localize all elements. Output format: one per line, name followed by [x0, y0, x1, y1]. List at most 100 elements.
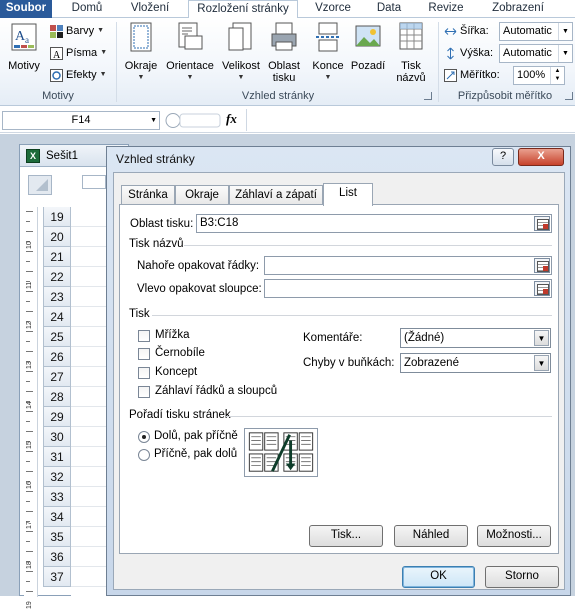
tab-view[interactable]: Zobrazení [482, 0, 554, 18]
cell-errors-select[interactable]: Zobrazené ▼ [400, 353, 551, 373]
row-header[interactable]: 35 [43, 527, 71, 547]
fonts-button[interactable]: A Písma ▼ [50, 44, 107, 62]
scale-launcher-icon[interactable] [565, 92, 573, 100]
row-header[interactable]: 23 [43, 287, 71, 307]
tab-header-footer[interactable]: Záhlaví a zápatí [229, 185, 323, 205]
tab-formulas[interactable]: Vzorce [306, 0, 360, 18]
ruler-number: 19 [26, 601, 33, 609]
tab-sheet[interactable]: List [323, 183, 373, 206]
row-col-headings-checkbox[interactable] [138, 386, 150, 398]
row-header[interactable]: 27 [43, 367, 71, 387]
ruler-number: 16 [26, 481, 33, 489]
row-header[interactable]: 36 [43, 547, 71, 567]
page-order-preview-icon [244, 428, 318, 477]
cell-grid[interactable] [71, 207, 111, 597]
tab-page[interactable]: Stránka [121, 185, 175, 205]
orientation-button[interactable]: Orientace ▼ [164, 20, 216, 84]
height-select[interactable]: Automatic ▼ [499, 44, 573, 63]
row-header[interactable]: 37 [43, 567, 71, 587]
cancel-button[interactable]: Storno [485, 566, 559, 588]
columns-to-repeat-input[interactable] [264, 279, 552, 298]
column-header[interactable] [82, 175, 106, 189]
black-white-checkbox[interactable] [138, 348, 150, 360]
ruler-tick [26, 271, 33, 272]
ruler-tick [26, 491, 33, 492]
ok-button[interactable]: OK [402, 566, 475, 588]
row-header[interactable]: 32 [43, 467, 71, 487]
effects-button[interactable]: Efekty ▼ [50, 66, 107, 84]
ruler-tick [26, 341, 30, 342]
tab-page-layout[interactable]: Rozložení stránky [188, 0, 298, 19]
rows-to-repeat-input[interactable] [264, 256, 552, 275]
rows-to-repeat-label: Nahoře opakovat řádky: [137, 260, 260, 272]
row-header[interactable]: 29 [43, 407, 71, 427]
ruler-tick [26, 351, 33, 352]
spinner-icon[interactable]: ▲ ▼ [550, 67, 564, 84]
themes-button[interactable]: A a Motivy [4, 20, 44, 72]
ruler-number: 18 [26, 561, 33, 569]
breaks-button[interactable]: Konce ▼ [308, 20, 348, 84]
comments-select[interactable]: (Žádné) ▼ [400, 328, 551, 348]
size-button[interactable]: Velikost ▼ [218, 20, 264, 84]
row-header[interactable]: 33 [43, 487, 71, 507]
row-header[interactable]: 20 [43, 227, 71, 247]
scale-group-label: Přizpůsobit měřítko [457, 90, 553, 102]
insert-function-button[interactable]: fx [226, 111, 237, 127]
draft-checkbox[interactable] [138, 367, 150, 379]
row-header[interactable]: 19 [43, 207, 71, 227]
row-header[interactable]: 25 [43, 327, 71, 347]
ruler-tick [26, 391, 33, 392]
over-then-down-radio[interactable] [138, 449, 150, 461]
row-header[interactable]: 31 [43, 447, 71, 467]
print-area-button[interactable]: Oblast tisku [264, 20, 304, 84]
page-setup-launcher-icon[interactable] [424, 92, 432, 100]
row-header[interactable]: 22 [43, 267, 71, 287]
height-value: Automatic [503, 47, 552, 59]
help-button[interactable]: ? [492, 148, 514, 166]
row-header[interactable]: 24 [43, 307, 71, 327]
range-picker-icon[interactable] [534, 258, 550, 273]
print-titles-icon [399, 22, 423, 50]
preview-button[interactable]: Náhled [394, 525, 468, 547]
row-header[interactable]: 34 [43, 507, 71, 527]
range-picker-icon[interactable] [534, 216, 550, 231]
tab-file[interactable]: Soubor [0, 0, 52, 18]
select-all-corner[interactable] [28, 175, 52, 195]
themes-group-label: Motivy [42, 90, 74, 102]
ruler-number: 17 [26, 521, 33, 529]
ruler-tick [26, 501, 30, 502]
print-area-input[interactable]: B3:C18 [196, 214, 552, 233]
tab-home[interactable]: Domů [62, 0, 112, 18]
row-col-headings-label: Záhlaví řádků a sloupců [155, 385, 278, 397]
close-button[interactable]: X [518, 148, 564, 166]
name-box[interactable]: F14 ▼ [2, 111, 160, 130]
background-label: Pozadí [350, 60, 386, 72]
row-header[interactable]: 30 [43, 427, 71, 447]
print-titles-button[interactable]: Tisk názvů [392, 20, 430, 84]
row-header[interactable]: 21 [43, 247, 71, 267]
margins-label: Okraje [124, 60, 158, 72]
width-select[interactable]: Automatic ▼ [499, 22, 573, 41]
options-button[interactable]: Možnosti... [477, 525, 551, 547]
colors-button[interactable]: Barvy ▼ [50, 22, 104, 40]
formula-bar-grip-icon[interactable] [163, 111, 223, 130]
scale-input[interactable]: 100% ▲ ▼ [513, 66, 565, 85]
tab-margins[interactable]: Okraje [175, 185, 229, 205]
print-area-label: Oblast tisku: [130, 218, 194, 230]
row-header[interactable]: 28 [43, 387, 71, 407]
range-picker-icon[interactable] [534, 281, 550, 296]
fonts-label: Písma [66, 47, 98, 59]
ruler-tick [26, 231, 33, 232]
tab-insert[interactable]: Vložení [120, 0, 180, 18]
down-then-over-radio[interactable] [138, 431, 150, 443]
tab-review[interactable]: Revize [418, 0, 474, 18]
tab-data[interactable]: Data [366, 0, 412, 18]
ruler-number: 12 [26, 321, 33, 329]
chevron-down-icon: ▼ [558, 45, 572, 62]
ruler-tick [26, 431, 33, 432]
row-header[interactable]: 26 [43, 347, 71, 367]
print-button[interactable]: Tisk... [309, 525, 383, 547]
margins-button[interactable]: Okraje ▼ [120, 20, 162, 84]
gridlines-checkbox[interactable] [138, 330, 150, 342]
background-button[interactable]: Pozadí [348, 20, 388, 72]
